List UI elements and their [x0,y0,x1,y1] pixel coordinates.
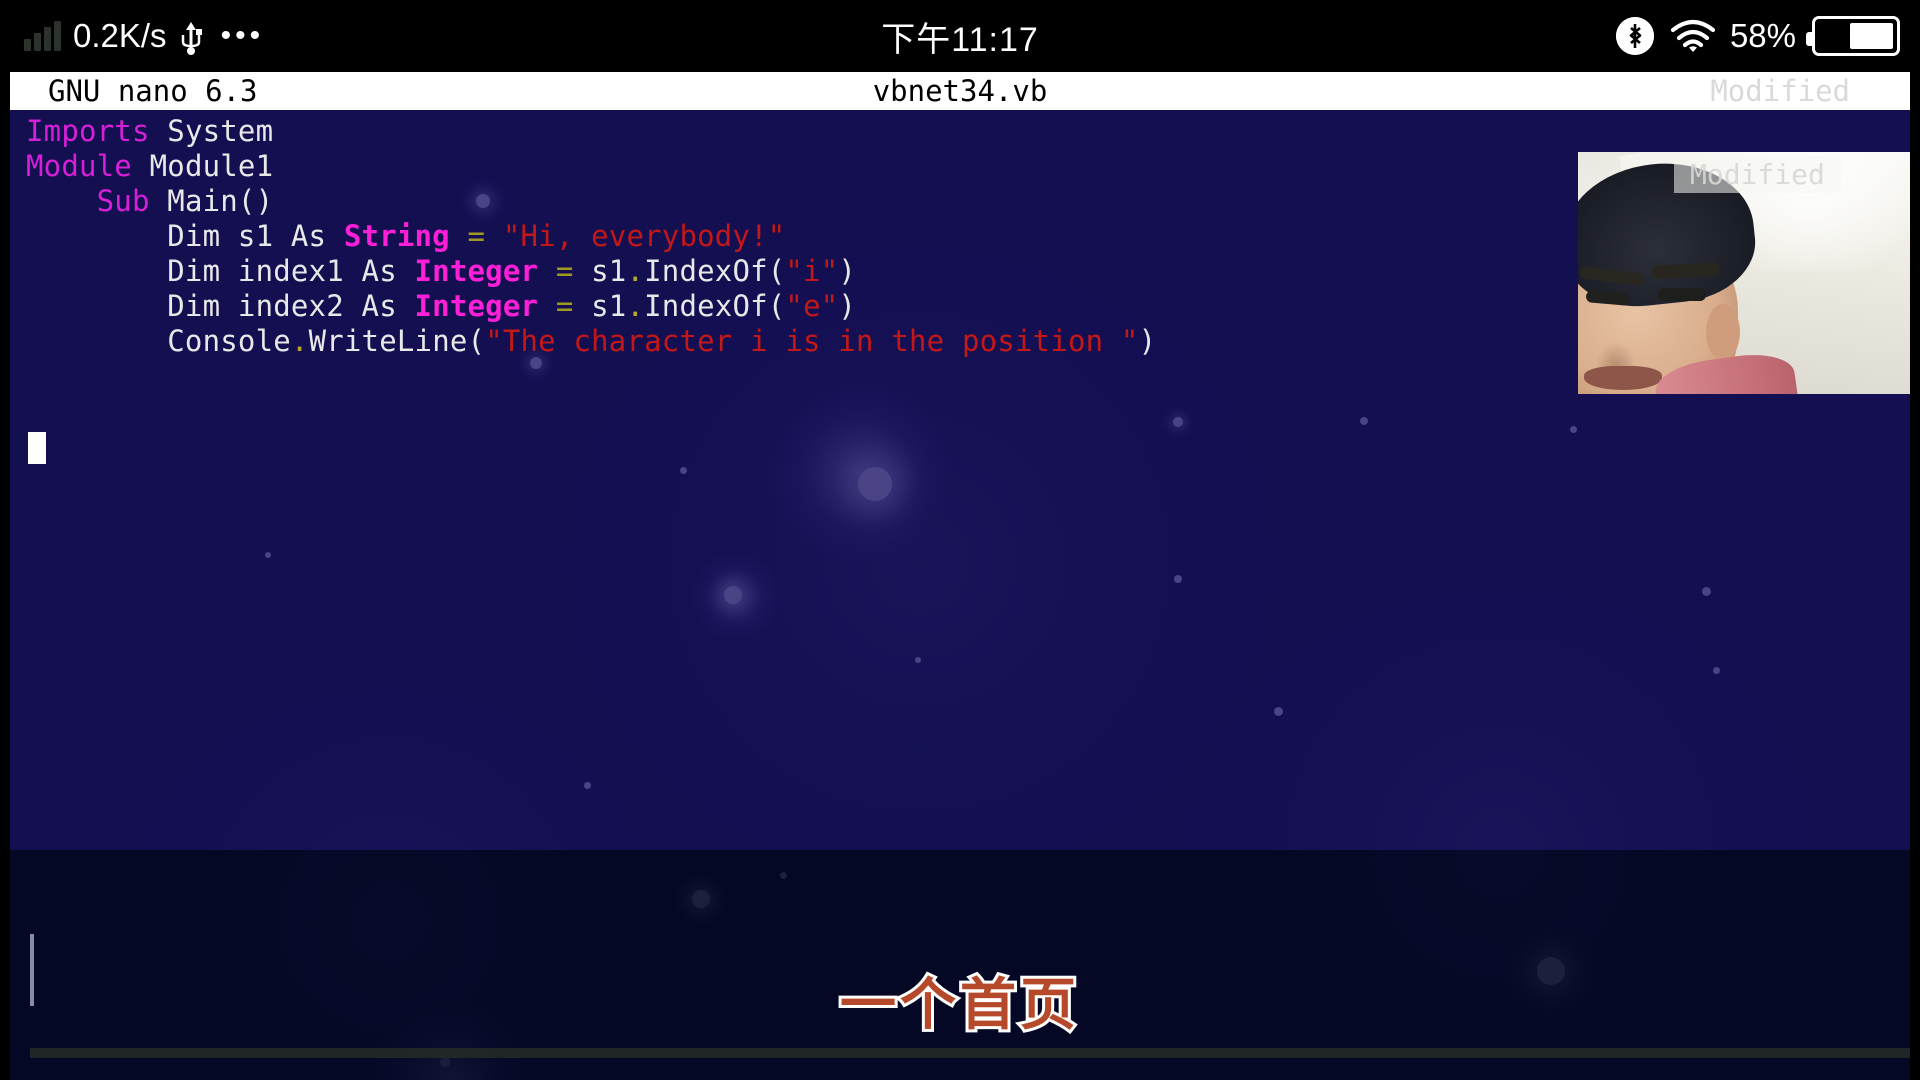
code-token: Integer [414,254,539,288]
webcam-ear [1706,304,1740,360]
code-token: . [290,324,309,358]
code-token: "Hi, everybody!" [502,219,786,253]
code-token: Imports [26,114,150,148]
code-token: Main() [149,184,274,218]
battery-percent-label: 58% [1729,17,1796,54]
more-dots-icon: ••• [220,19,265,52]
webcam-eye-right [1658,288,1706,301]
code-token: = [467,219,486,253]
code-token: Module1 [131,149,274,183]
code-token: ) [838,289,857,323]
code-line: Imports System [26,114,1910,149]
terminal-surface[interactable]: GNU nano 6.3 vbnet34.vb Modified Imports… [10,72,1910,1080]
code-token: Dim s1 As [26,219,344,253]
webcam-overlay[interactable]: Modified [1578,152,1910,394]
bluetooth-icon [1615,17,1654,55]
code-token: WriteLine( [308,324,486,358]
code-token: String [343,219,450,253]
usb-icon [179,18,203,55]
text-cursor [28,432,46,464]
webcam-modified-overlay-label: Modified [1674,156,1841,193]
webcam-lip [1584,366,1662,390]
code-token: ) [1138,324,1157,358]
code-token: = [555,289,574,323]
android-status-bar: 0.2K/s ••• 下午11:17 58% [0,0,1920,72]
code-token: Dim index1 As [26,254,415,288]
code-token: System [149,114,274,148]
clock-label: 下午11:17 [881,20,1039,59]
code-token: Module [26,149,132,183]
nano-version-label: GNU nano 6.3 [48,74,258,108]
battery-icon [1806,16,1900,56]
nano-title-bar: GNU nano 6.3 vbnet34.vb Modified [10,72,1910,110]
code-token: Integer [414,289,539,323]
bottom-status-bar[interactable] [30,1048,1910,1058]
code-token: ) [838,254,857,288]
terminal-frame: GNU nano 6.3 vbnet34.vb Modified Imports… [0,72,1920,1080]
code-token: IndexOf( [644,289,786,323]
code-token: "The character i is in the position " [485,324,1139,358]
screen-root: 0.2K/s ••• 下午11:17 58% GNU nano 6.3 vbne… [0,0,1920,1080]
code-token: Dim index2 As [26,289,415,323]
wifi-icon [1670,19,1716,53]
code-token: Console [26,324,291,358]
code-token: s1 [573,289,627,323]
nano-filename-label: vbnet34.vb [872,74,1048,108]
status-bar-left-group: 0.2K/s ••• [0,17,264,55]
status-bar-right-group: 58% [1615,0,1900,72]
video-subtitle: 一个首页 [837,970,1080,1041]
code-token: Sub [96,184,150,218]
code-token: = [555,254,574,288]
network-speed-label: 0.2K/s [73,17,167,54]
code-token: . [626,254,645,288]
code-token: IndexOf( [644,254,786,288]
code-token: "i" [785,254,839,288]
nano-modified-label: Modified [1710,74,1850,108]
code-token: "e" [785,289,839,323]
code-token: s1 [573,254,627,288]
signal-bars-icon [24,21,61,51]
code-token: . [626,289,645,323]
